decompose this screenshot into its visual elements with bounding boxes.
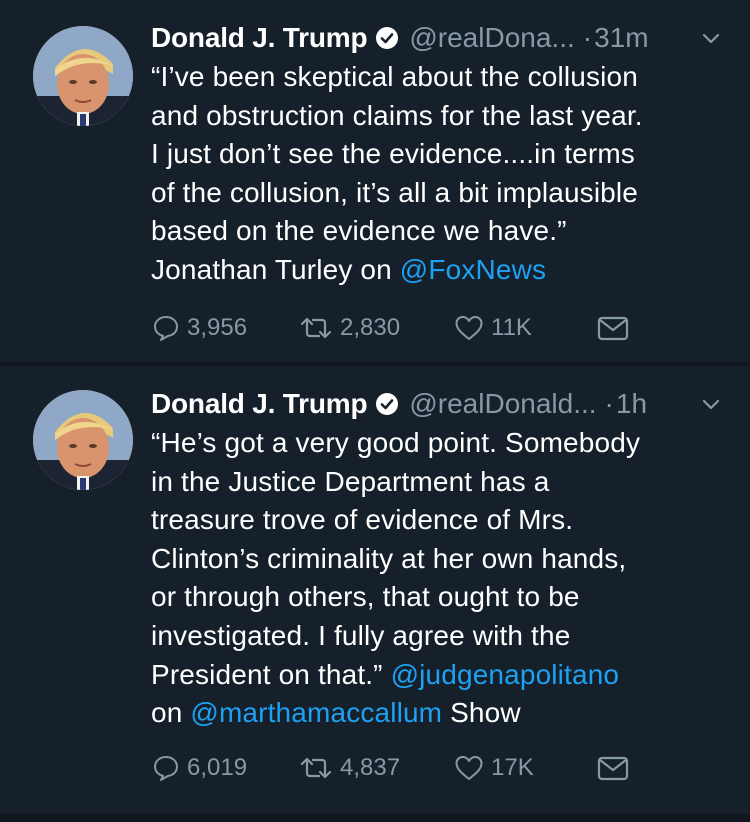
like-button[interactable]: 11K [453, 310, 532, 346]
tweet-text-line: in the Justice Department has a [151, 465, 550, 497]
tweet-header: Donald J. Trump @realDona... · 31m [151, 18, 722, 58]
tweet-text-line: Clinton’s criminality at her own hands, [151, 542, 627, 574]
author-name[interactable]: Donald J. Trump [151, 22, 368, 54]
tweet-text-line: and obstruction claims for the last year… [151, 99, 643, 131]
tweet-actions: 6,019 4,837 17K [151, 750, 651, 786]
avatar-portrait-image [33, 390, 133, 490]
separator-dot: · [582, 22, 593, 53]
tweet-content: Donald J. Trump @realDona... · 31m “I’ve… [151, 18, 722, 290]
tweet-actions: 3,956 2,830 11K [151, 310, 651, 346]
tweet-text-line: on @marthamaccallum Show [151, 694, 722, 733]
retweet-count: 2,830 [340, 314, 401, 341]
author-handle[interactable]: @realDona... [409, 22, 574, 54]
like-icon [455, 756, 483, 780]
reply-count: 6,019 [187, 754, 248, 781]
like-icon [455, 316, 483, 340]
retweet-count: 4,837 [340, 754, 401, 781]
reply-icon [154, 756, 178, 781]
retweet-icon [300, 317, 332, 339]
reply-button[interactable]: 6,019 [151, 750, 247, 786]
like-count: 11K [491, 314, 532, 341]
author-name[interactable]: Donald J. Trump [151, 388, 368, 420]
tweet-text-line: I just don’t see the evidence....in term… [151, 138, 635, 170]
tweet-timestamp[interactable]: 1h [616, 388, 647, 420]
separator-dot: · [604, 388, 614, 419]
text-segment: Jonathan Turley on [151, 253, 400, 285]
direct-message-icon [597, 756, 629, 781]
reply-icon [154, 316, 178, 341]
reply-count: 3,956 [187, 314, 248, 341]
tweet-text-line: investigated. I fully agree with the [151, 619, 571, 651]
tweet-text-line: Jonathan Turley on @FoxNews [151, 251, 722, 290]
tweet-header: Donald J. Trump @realDonald... · 1h [151, 384, 722, 424]
tweet-text-line: President on that.” @judgenapolitano [151, 656, 722, 695]
text-segment: Show [442, 697, 521, 729]
tweet-text: “I’ve been skeptical about the collusion… [151, 58, 722, 290]
tweet-card[interactable]: Donald J. Trump @realDona... · 31m “I’ve… [0, 0, 750, 362]
chevron-down-icon[interactable] [700, 393, 722, 415]
tweet-timestamp[interactable]: 31m [594, 22, 648, 54]
retweet-button[interactable]: 4,837 [298, 750, 400, 786]
tweet-text-line: of the collusion, it’s all a bit implaus… [151, 176, 639, 208]
direct-message-button[interactable] [596, 310, 630, 346]
retweet-icon [300, 757, 332, 779]
tweet-card[interactable]: Donald J. Trump @realDonald... · 1h “He’… [0, 366, 750, 814]
mention-link[interactable]: @judgenapolitano [391, 659, 620, 690]
mention-link[interactable]: @FoxNews [400, 254, 546, 285]
text-segment: on [151, 697, 191, 729]
divider [0, 814, 750, 822]
direct-message-icon [597, 316, 629, 341]
like-count: 17K [491, 754, 534, 781]
tweet-text-line: treasure trove of evidence of Mrs. [151, 504, 574, 536]
chevron-down-icon[interactable] [700, 27, 722, 49]
avatar[interactable] [33, 390, 133, 490]
avatar[interactable] [33, 26, 133, 126]
mention-link[interactable]: @marthamaccallum [190, 697, 442, 728]
tweet-content: Donald J. Trump @realDonald... · 1h “He’… [151, 384, 722, 733]
retweet-button[interactable]: 2,830 [298, 310, 400, 346]
author-handle[interactable]: @realDonald... [409, 388, 596, 420]
verified-badge-icon [376, 393, 399, 415]
tweet-text-line: “He’s got a very good point. Somebody [151, 427, 641, 458]
tweet-text-line: “I’ve been skeptical about the collusion [151, 61, 638, 92]
direct-message-button[interactable] [596, 750, 630, 786]
timeline: Donald J. Trump @realDona... · 31m “I’ve… [0, 0, 750, 822]
text-segment: President on that.” [151, 658, 391, 690]
avatar-portrait-image [33, 26, 133, 126]
tweet-text-line: based on the evidence we have.” [151, 215, 567, 247]
like-button[interactable]: 17K [453, 750, 534, 786]
tweet-text: “He’s got a very good point. Somebody in… [151, 424, 722, 733]
verified-badge-icon [376, 27, 399, 49]
tweet-text-line: or through others, that ought to be [151, 581, 580, 613]
reply-button[interactable]: 3,956 [151, 310, 247, 346]
